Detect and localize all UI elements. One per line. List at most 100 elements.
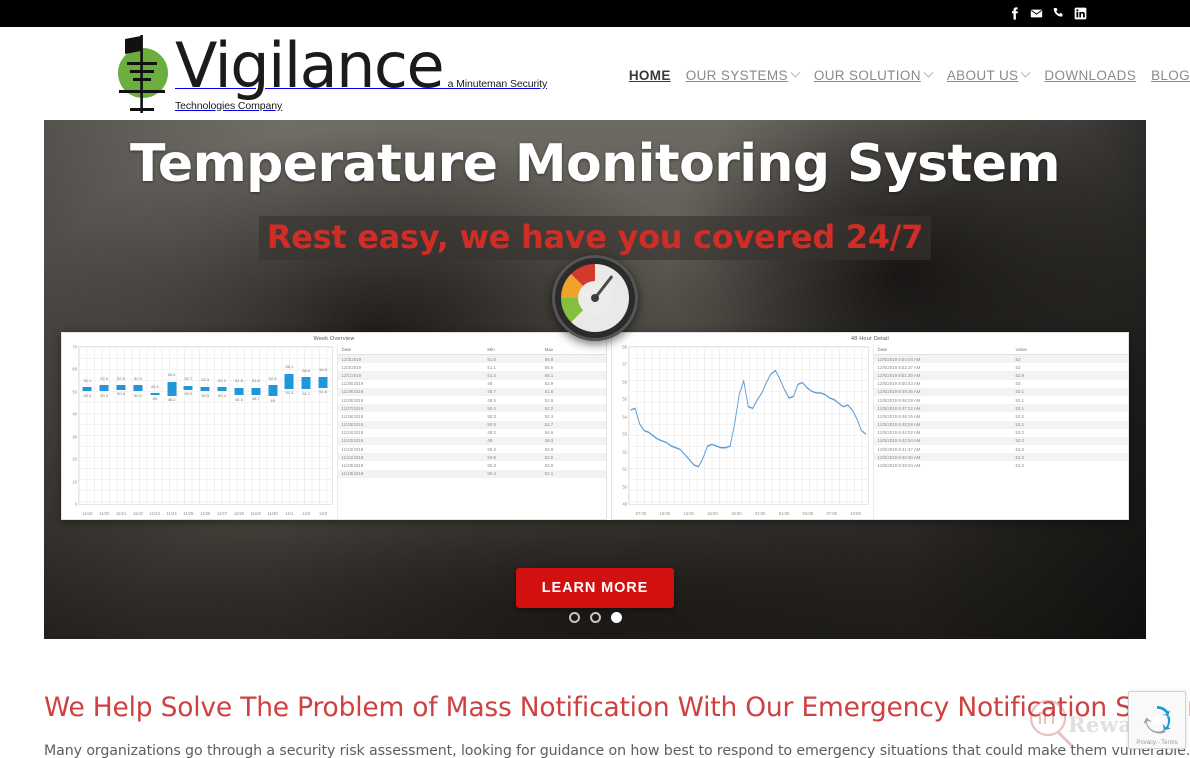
cell-max: 52.9 — [544, 463, 554, 469]
site-logo[interactable]: Vigilance a Minuteman Security Technolog… — [111, 32, 587, 116]
table-row[interactable]: 11/26/2019 50.3 52.3 — [338, 412, 607, 420]
table-row[interactable]: 12/5/2019 8:54:04 AM 53 — [873, 355, 1128, 364]
hero-subtitle-wrap: Rest easy, we have you covered 24/7 — [44, 216, 1146, 260]
x-axis-tick: 11/25 — [183, 511, 194, 516]
table-row[interactable]: 11/24/2019 48.2 54.6 — [338, 429, 607, 437]
table-row[interactable]: 11/30/2019 48 52.9 — [338, 380, 607, 388]
table-row[interactable]: 12/5/2019 8:40:40 AM 53.2 — [873, 453, 1128, 462]
recaptcha-badge[interactable]: Privacy - Terms — [1128, 691, 1186, 749]
bar-max-label: 52.2 — [218, 377, 226, 383]
y-axis-tick: 10 — [72, 479, 77, 485]
cell-date: 12/5/2019 8:40:40 AM — [877, 454, 921, 460]
bar-min-label: 50.2 — [134, 392, 142, 398]
cell-min: 51.8 — [487, 356, 496, 362]
linkedin-icon[interactable] — [1074, 7, 1087, 20]
table-row[interactable]: 11/19/2019 50.4 52.1 — [337, 469, 606, 478]
table-row[interactable]: 12/5/2019 8:45:08 AM 53.1 — [873, 420, 1128, 429]
table-row[interactable]: 12/5/2019 8:44:02 AM 53.2 — [874, 429, 1129, 437]
bar-min-label: 48.5 — [235, 396, 243, 402]
carousel-dot-3[interactable] — [610, 612, 622, 623]
cell-date: 12/5/2019 8:42:54 AM — [877, 438, 921, 444]
y-axis-tick: 20 — [72, 456, 77, 462]
table-row[interactable]: 12/1/2019 51.4 58.1 — [337, 371, 606, 380]
cell-min: 51.4 — [487, 372, 496, 378]
bar-11-29 — [251, 387, 261, 395]
cell-value: 53.1 — [1015, 389, 1025, 395]
table-row[interactable]: 12/2/2019 51.1 56.5 — [338, 363, 607, 371]
recaptcha-icon — [1142, 705, 1172, 735]
phone-icon[interactable] — [1052, 7, 1065, 20]
bar-11-26 — [200, 386, 210, 392]
nav-item-home[interactable]: HOME — [629, 68, 671, 83]
table-row[interactable]: 12/5/2019 8:48:29 AM 53.1 — [874, 396, 1129, 404]
nav-item-our-systems[interactable]: OUR SYSTEMS — [686, 67, 801, 83]
bar-min-label: 50.4 — [83, 392, 92, 398]
cell-max: 54.6 — [544, 430, 554, 436]
nav-item-blog[interactable]: BLOG — [1151, 68, 1190, 83]
table-row[interactable]: 11/23/2019 49 49.3 — [337, 436, 606, 446]
email-icon[interactable] — [1030, 7, 1043, 20]
cell-date: 12/5/2019 8:46:15 AM — [877, 413, 921, 419]
bar-min-label: 50.3 — [201, 392, 210, 398]
table-row[interactable]: 12/5/2019 8:42:54 AM 53.2 — [873, 436, 1128, 446]
x-axis-tick: 07:00 — [826, 511, 837, 516]
cell-date: 11/27/2019 — [341, 405, 364, 411]
bar-min-label: 51.1 — [302, 390, 311, 396]
main-navigation: HOME OUR SYSTEMS OUR SOLUTION ABOUT US DOWNL… — [629, 67, 1190, 83]
cell-max: 52.1 — [544, 471, 554, 477]
table-row[interactable]: 12/5/2019 8:51:30 AM 52.9 — [873, 371, 1128, 380]
cell-date: 11/25/2019 — [341, 422, 364, 428]
cell-min: 50.4 — [487, 471, 496, 477]
facebook-icon[interactable] — [1008, 7, 1021, 20]
carousel-dot-1[interactable] — [568, 612, 580, 623]
x-axis-tick: 19:00 — [731, 511, 742, 516]
panel-week-overview: Week Overview 0 10 20 30 40 50 60 70 52.1 50.4 11/… — [61, 332, 607, 520]
col-date: Date — [877, 347, 888, 352]
panel-48-hour-detail: 48 Hour Detail 49 50 51 52 53 54 55 56 57 58 07:00… — [611, 332, 1129, 520]
table-row[interactable]: 12/5/2019 8:39:34 AM 53.2 — [874, 461, 1129, 469]
table-row[interactable]: 11/27/2019 50.4 52.2 — [337, 404, 606, 413]
table-row[interactable]: 12/5/2019 8:47:22 AM 53.1 — [873, 404, 1128, 413]
cell-max: 51.8 — [544, 389, 554, 395]
bar-max-label: 51.8 — [235, 378, 243, 384]
table-row[interactable]: 11/28/2019 48.5 51.8 — [338, 396, 607, 404]
cell-value: 53.2 — [1015, 413, 1025, 419]
x-axis-tick: 22:00 — [754, 511, 766, 516]
cell-min: 49 — [487, 438, 493, 444]
table-row[interactable]: 12/5/2019 8:49:36 AM 53.1 — [873, 387, 1128, 396]
cell-min: 50.3 — [487, 463, 496, 469]
cell-min: 48.7 — [487, 389, 496, 395]
x-axis-tick: 11/28 — [233, 511, 244, 516]
cell-min: 50.2 — [487, 446, 496, 452]
x-axis-tick: 11/22 — [132, 511, 143, 516]
nav-item-label: BLOG — [1151, 68, 1190, 83]
nav-item-our-solution[interactable]: OUR SOLUTION — [814, 67, 934, 83]
nav-item-downloads[interactable]: DOWNLOADS — [1044, 68, 1136, 83]
table-row[interactable]: 11/25/2019 50.9 52.7 — [337, 420, 606, 429]
cell-value: 53.1 — [1015, 422, 1025, 428]
bar-11-22 — [133, 385, 143, 392]
carousel-dot-2[interactable] — [589, 612, 601, 623]
table-row[interactable]: 11/20/2019 50.3 52.9 — [338, 461, 607, 469]
nav-item-about-us[interactable]: ABOUT US — [946, 67, 1031, 83]
table-row[interactable]: 11/21/2019 50.9 52.9 — [337, 453, 606, 462]
hero-carousel: Temperature Monitoring System Rest easy,… — [44, 120, 1146, 639]
table-row[interactable]: 12/5/2019 8:52:37 AM 53 — [874, 363, 1129, 371]
bar-max-label: 56.5 — [302, 367, 311, 373]
table-row[interactable]: 12/5/2019 8:50:43 AM 53 — [874, 380, 1129, 388]
table-row[interactable]: 11/29/2019 48.7 51.8 — [337, 387, 606, 396]
carousel-dots — [44, 612, 1146, 623]
y-axis-tick: 0 — [74, 501, 77, 507]
table-row[interactable]: 11/22/2019 50.2 52.9 — [338, 445, 607, 453]
x-axis-tick: 16:00 — [707, 511, 718, 516]
learn-more-button[interactable]: LEARN MORE — [515, 568, 675, 608]
table-row[interactable]: 12/3/2019 51.8 56.8 — [337, 355, 606, 364]
x-axis-tick: 11/27 — [216, 511, 228, 516]
cell-max: 56.8 — [544, 356, 554, 362]
table-row[interactable]: 12/5/2019 8:41:47 AM 53.2 — [874, 445, 1129, 453]
table-row[interactable]: 12/5/2019 8:46:15 AM 53.2 — [874, 412, 1129, 420]
y-axis-tick: 70 — [72, 344, 77, 350]
bar-11-27 — [217, 386, 227, 391]
x-axis-tick: 12/3 — [319, 511, 328, 516]
nav-item-label: ABOUT US — [946, 68, 1019, 83]
